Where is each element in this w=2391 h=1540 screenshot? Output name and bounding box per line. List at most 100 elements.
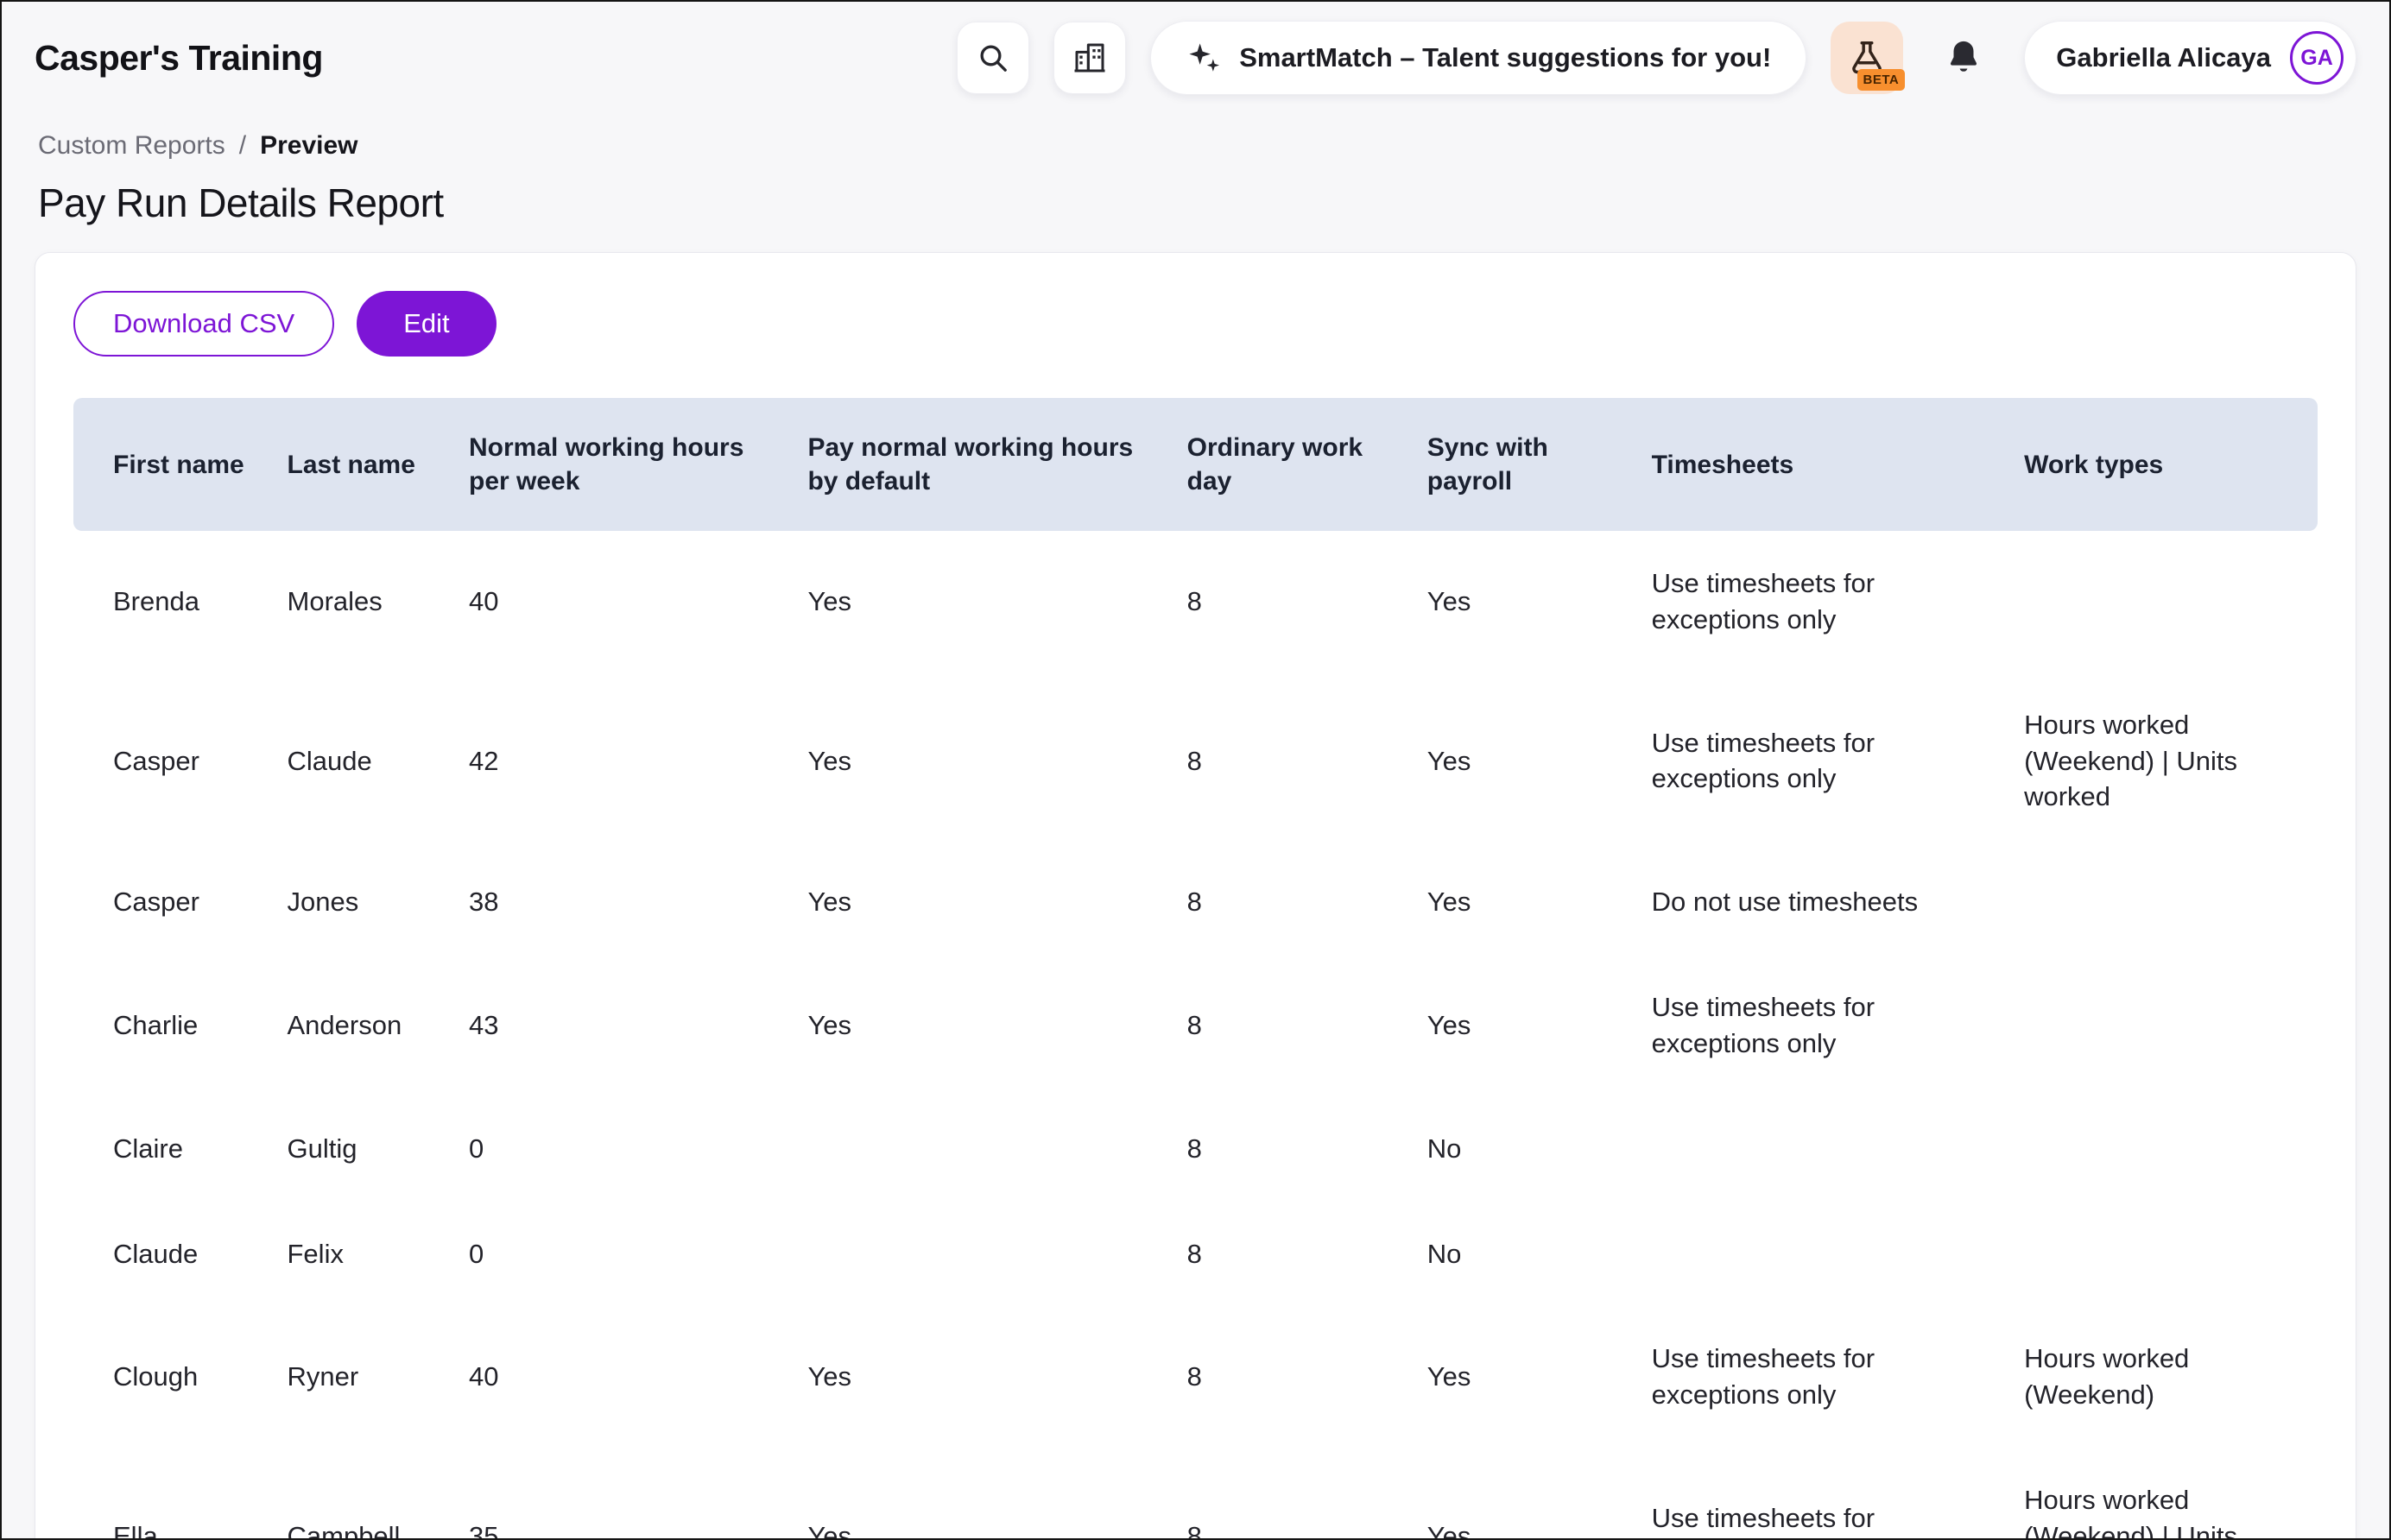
top-bar-actions: SmartMatch – Talent suggestions for you!… xyxy=(957,21,2356,95)
table-row: BrendaMorales40Yes8YesUse timesheets for… xyxy=(73,531,2318,672)
cell-work-types: Hours worked (Weekend) | Units worked xyxy=(2003,672,2318,850)
cell-work-types: Hours worked (Weekend) | Units worked xyxy=(2003,1448,2318,1540)
cell-timesheets: Use timesheets for exceptions only xyxy=(1631,1448,2003,1540)
smartmatch-label: SmartMatch – Talent suggestions for you! xyxy=(1239,42,1771,73)
cell-normal-hours: 42 xyxy=(448,672,787,850)
smartmatch-button[interactable]: SmartMatch – Talent suggestions for you! xyxy=(1150,21,1806,95)
cell-ordinary-day: 8 xyxy=(1167,1096,1407,1202)
table-row: CharlieAnderson43Yes8YesUse timesheets f… xyxy=(73,955,2318,1096)
page-title: Pay Run Details Report xyxy=(2,161,2389,226)
download-csv-button[interactable]: Download CSV xyxy=(73,291,334,357)
table-row: CloughRyner40Yes8YesUse timesheets for e… xyxy=(73,1306,2318,1448)
cell-timesheets: Use timesheets for exceptions only xyxy=(1631,531,2003,672)
cell-last-name: Morales xyxy=(267,531,449,672)
cell-last-name: Claude xyxy=(267,672,449,850)
sparkles-icon xyxy=(1186,40,1222,76)
cell-first-name: Clough xyxy=(73,1306,267,1448)
column-header: Pay normal working hours by default xyxy=(787,398,1166,531)
table-header-row: First nameLast nameNormal working hours … xyxy=(73,398,2318,531)
cell-sync-payroll: Yes xyxy=(1407,955,1631,1096)
app-title: Casper's Training xyxy=(35,38,323,79)
cell-timesheets xyxy=(1631,1096,2003,1202)
cell-work-types xyxy=(2003,1096,2318,1202)
cell-last-name: Ryner xyxy=(267,1306,449,1448)
cell-last-name: Jones xyxy=(267,849,449,955)
cell-sync-payroll: Yes xyxy=(1407,1306,1631,1448)
cell-ordinary-day: 8 xyxy=(1167,672,1407,850)
report-toolbar: Download CSV Edit xyxy=(73,291,2318,357)
cell-sync-payroll: No xyxy=(1407,1202,1631,1307)
cell-first-name: Claude xyxy=(73,1202,267,1307)
breadcrumb-custom-reports[interactable]: Custom Reports xyxy=(38,131,225,161)
cell-timesheets xyxy=(1631,1202,2003,1307)
cell-last-name: Campbell xyxy=(267,1448,449,1540)
search-button[interactable] xyxy=(957,22,1029,94)
cell-normal-hours: 35 xyxy=(448,1448,787,1540)
cell-ordinary-day: 8 xyxy=(1167,1306,1407,1448)
cell-normal-hours: 40 xyxy=(448,1306,787,1448)
cell-pay-default: Yes xyxy=(787,955,1166,1096)
avatar: GA xyxy=(2290,31,2344,85)
organisation-button[interactable] xyxy=(1053,22,1126,94)
cell-ordinary-day: 8 xyxy=(1167,955,1407,1096)
cell-ordinary-day: 8 xyxy=(1167,1448,1407,1540)
column-header: Ordinary work day xyxy=(1167,398,1407,531)
table-row: ClaudeFelix0 8No xyxy=(73,1202,2318,1307)
column-header: First name xyxy=(73,398,267,531)
cell-ordinary-day: 8 xyxy=(1167,531,1407,672)
table-row: ClaireGultig0 8No xyxy=(73,1096,2318,1202)
report-card: Download CSV Edit First nameLast nameNor… xyxy=(35,252,2356,1540)
notifications-button[interactable] xyxy=(1927,22,2000,94)
search-icon xyxy=(976,41,1010,75)
cell-first-name: Charlie xyxy=(73,955,267,1096)
beta-badge: BETA xyxy=(1857,69,1906,91)
cell-sync-payroll: Yes xyxy=(1407,531,1631,672)
cell-work-types xyxy=(2003,849,2318,955)
breadcrumb: Custom Reports / Preview xyxy=(2,110,2389,161)
column-header: Work types xyxy=(2003,398,2318,531)
column-header: Normal working hours per week xyxy=(448,398,787,531)
cell-pay-default: Yes xyxy=(787,672,1166,850)
cell-sync-payroll: No xyxy=(1407,1096,1631,1202)
cell-sync-payroll: Yes xyxy=(1407,672,1631,850)
breadcrumb-separator: / xyxy=(239,131,246,161)
report-table-body: BrendaMorales40Yes8YesUse timesheets for… xyxy=(73,531,2318,1540)
cell-first-name: Casper xyxy=(73,672,267,850)
cell-work-types: Hours worked (Weekend) xyxy=(2003,1306,2318,1448)
user-menu-button[interactable]: Gabriella Alicaya GA xyxy=(2024,21,2356,95)
cell-timesheets: Use timesheets for exceptions only xyxy=(1631,955,2003,1096)
table-row: CasperClaude42Yes8YesUse timesheets for … xyxy=(73,672,2318,850)
column-header: Timesheets xyxy=(1631,398,2003,531)
cell-normal-hours: 43 xyxy=(448,955,787,1096)
cell-first-name: Brenda xyxy=(73,531,267,672)
labs-button[interactable]: BETA xyxy=(1831,22,1903,94)
cell-pay-default: Yes xyxy=(787,1448,1166,1540)
breadcrumb-preview: Preview xyxy=(260,131,357,161)
table-row: CasperJones38Yes8YesDo not use timesheet… xyxy=(73,849,2318,955)
edit-button[interactable]: Edit xyxy=(357,291,496,357)
cell-normal-hours: 0 xyxy=(448,1096,787,1202)
cell-first-name: Ella xyxy=(73,1448,267,1540)
cell-last-name: Felix xyxy=(267,1202,449,1307)
cell-last-name: Gultig xyxy=(267,1096,449,1202)
bell-icon xyxy=(1944,38,1983,78)
buildings-icon xyxy=(1072,41,1107,75)
cell-ordinary-day: 8 xyxy=(1167,1202,1407,1307)
cell-sync-payroll: Yes xyxy=(1407,849,1631,955)
report-table: First nameLast nameNormal working hours … xyxy=(73,398,2318,1540)
cell-normal-hours: 38 xyxy=(448,849,787,955)
column-header: Last name xyxy=(267,398,449,531)
column-header: Sync with payroll xyxy=(1407,398,1631,531)
cell-ordinary-day: 8 xyxy=(1167,849,1407,955)
cell-last-name: Anderson xyxy=(267,955,449,1096)
user-name: Gabriella Alicaya xyxy=(2056,42,2271,73)
cell-first-name: Casper xyxy=(73,849,267,955)
cell-normal-hours: 0 xyxy=(448,1202,787,1307)
cell-sync-payroll: Yes xyxy=(1407,1448,1631,1540)
cell-normal-hours: 40 xyxy=(448,531,787,672)
cell-work-types xyxy=(2003,955,2318,1096)
cell-timesheets: Use timesheets for exceptions only xyxy=(1631,672,2003,850)
cell-first-name: Claire xyxy=(73,1096,267,1202)
top-bar: Casper's Training xyxy=(2,2,2389,110)
cell-pay-default xyxy=(787,1096,1166,1202)
